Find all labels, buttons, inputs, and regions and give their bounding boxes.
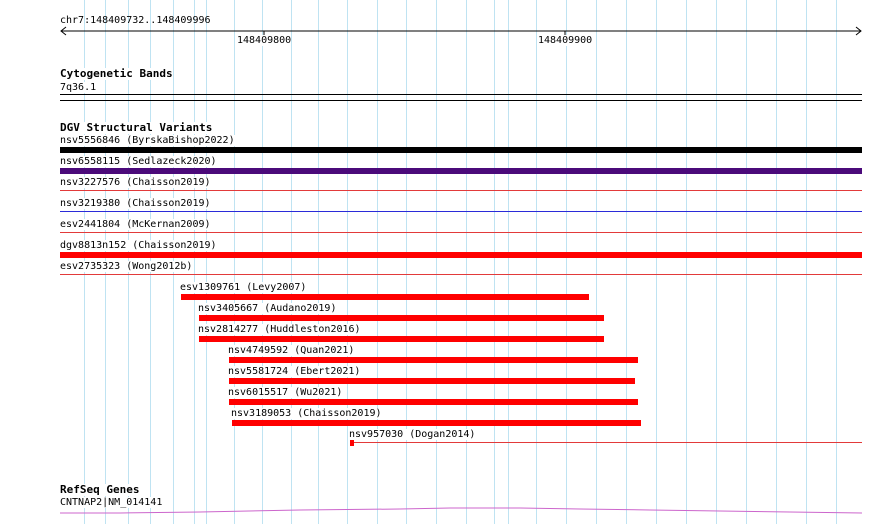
ruler-tick-label: 148409800: [237, 35, 292, 46]
feature-label: esv2735323 (Wong2012b): [60, 261, 193, 272]
grid-line: [494, 0, 495, 524]
genome-browser-view: chr7:148409732..148409996 148409800 1484…: [0, 0, 890, 524]
grid-line: [776, 0, 777, 524]
feature-bar[interactable]: [199, 315, 604, 321]
grid-line: [347, 0, 348, 524]
feature-line[interactable]: [60, 211, 862, 212]
feature-label: nsv5581724 (Ebert2021): [228, 366, 361, 377]
cytoband-label: 7q36.1: [60, 82, 97, 93]
feature-label: nsv4749592 (Quan2021): [228, 345, 355, 356]
ruler-tick-label: 148409900: [538, 35, 593, 46]
feature-bar[interactable]: [199, 336, 604, 342]
feature-line[interactable]: [60, 190, 862, 191]
grid-line: [436, 0, 437, 524]
cytoband-bar-bottom[interactable]: [60, 100, 862, 101]
feature-bar[interactable]: [60, 147, 862, 153]
grid-line: [686, 0, 687, 524]
feature-label: dgv8813n152 (Chaisson2019): [60, 240, 217, 251]
grid-line: [656, 0, 657, 524]
grid-line: [194, 0, 195, 524]
cytoband-track-title: Cytogenetic Bands: [60, 67, 173, 80]
grid-line: [566, 0, 567, 524]
grid-line: [291, 0, 292, 524]
feature-line[interactable]: [60, 232, 862, 233]
feature-bar[interactable]: [229, 399, 638, 405]
feature-label: nsv957030 (Dogan2014): [349, 429, 476, 440]
grid-line: [806, 0, 807, 524]
grid-line: [406, 0, 407, 524]
feature-bar[interactable]: [60, 252, 862, 258]
feature-bar[interactable]: [232, 420, 641, 426]
grid-line: [596, 0, 597, 524]
refseq-track-title: RefSeq Genes: [60, 483, 140, 496]
grid-line: [626, 0, 627, 524]
feature-bar[interactable]: [60, 168, 862, 174]
grid-line: [746, 0, 747, 524]
feature-label: nsv3219380 (Chaisson2019): [60, 198, 211, 209]
feature-bar[interactable]: [229, 378, 635, 384]
ruler-axis[interactable]: [0, 24, 890, 44]
feature-line[interactable]: [350, 442, 862, 443]
grid-line: [716, 0, 717, 524]
grid-line: [377, 0, 378, 524]
grid-line: [836, 0, 837, 524]
feature-label: esv1309761 (Levy2007): [180, 282, 307, 293]
feature-label: nsv3227576 (Chaisson2019): [60, 177, 211, 188]
feature-label: nsv5556846 (ByrskaBishop2022): [60, 135, 235, 146]
dgv-track-title: DGV Structural Variants: [60, 121, 213, 134]
grid-line: [262, 0, 263, 524]
cytoband-bar-top[interactable]: [60, 94, 862, 95]
feature-block[interactable]: [350, 440, 354, 446]
grid-line: [536, 0, 537, 524]
feature-label: nsv3189053 (Chaisson2019): [231, 408, 382, 419]
grid-line: [234, 0, 235, 524]
grid-line: [206, 0, 207, 524]
gene-intron-line[interactable]: [0, 504, 890, 520]
grid-line: [508, 0, 509, 524]
grid-line: [466, 0, 467, 524]
feature-label: nsv2814277 (Huddleston2016): [198, 324, 361, 335]
feature-bar[interactable]: [181, 294, 589, 300]
feature-label: esv2441804 (McKernan2009): [60, 219, 211, 230]
feature-label: nsv3405667 (Audano2019): [198, 303, 337, 314]
feature-line[interactable]: [60, 274, 862, 275]
grid-line: [318, 0, 319, 524]
feature-label: nsv6558115 (Sedlazeck2020): [60, 156, 217, 167]
feature-bar[interactable]: [229, 357, 638, 363]
feature-label: nsv6015517 (Wu2021): [228, 387, 343, 398]
